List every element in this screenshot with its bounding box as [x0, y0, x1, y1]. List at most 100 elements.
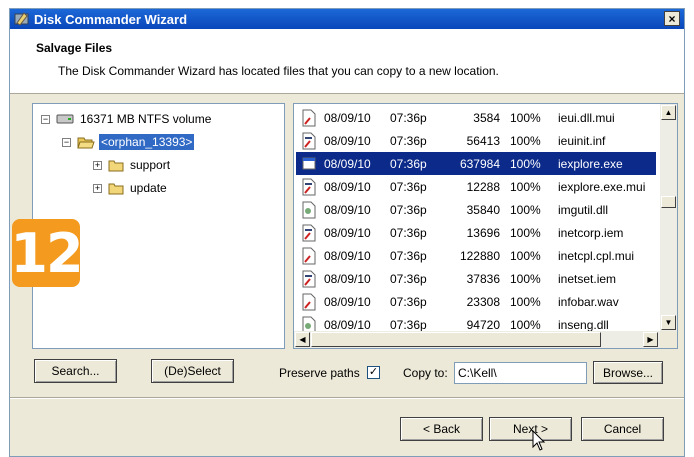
scroll-left-icon[interactable]: ◀: [295, 332, 310, 347]
file-size: 637984: [459, 156, 500, 171]
file-time: 07:36p: [390, 133, 427, 148]
file-date: 08/09/10: [324, 133, 371, 148]
expand-icon[interactable]: +: [93, 183, 102, 193]
document-icon: [302, 132, 318, 150]
mouse-cursor-icon: [532, 429, 546, 455]
file-time: 07:36p: [390, 179, 427, 194]
scroll-down-icon[interactable]: ▼: [661, 315, 676, 330]
preserve-paths-checkbox[interactable]: ✓: [367, 366, 380, 379]
open-folder-icon: [77, 135, 95, 149]
drive-icon: [56, 113, 74, 125]
tree-label-support: support: [130, 158, 171, 172]
file-recovery-percent: 100%: [510, 133, 541, 148]
file-row[interactable]: 08/09/10 07:36p 122880 100% inetcpl.cpl.mui: [296, 244, 656, 267]
browse-button[interactable]: Browse...: [593, 361, 663, 384]
file-row[interactable]: 08/09/10 07:36p 13696 100% inetcorp.iem: [296, 221, 656, 244]
tree-item-update[interactable]: + update: [93, 179, 169, 197]
file-name: inetcpl.cpl.mui: [558, 248, 635, 263]
tree-item-volume[interactable]: − 16371 MB NTFS volume: [41, 110, 213, 128]
file-time: 07:36p: [390, 110, 427, 125]
copy-to-label: Copy to:: [403, 366, 448, 380]
file-size: 12288: [466, 179, 500, 194]
file-row[interactable]: 08/09/10 07:36p 12288 100% iexplore.exe.mui: [296, 175, 656, 198]
scroll-up-icon[interactable]: ▲: [661, 105, 676, 120]
document-icon: [302, 109, 318, 127]
file-date: 08/09/10: [324, 156, 371, 171]
folder-icon: [108, 182, 124, 195]
file-size: 122880: [459, 248, 500, 263]
page-title: Salvage Files: [36, 41, 113, 55]
file-time: 07:36p: [390, 248, 427, 263]
file-size: 23308: [466, 294, 500, 309]
copy-to-field[interactable]: C:\Kell\: [454, 362, 587, 384]
search-button[interactable]: Search...: [34, 359, 117, 383]
next-button[interactable]: Next >: [489, 417, 572, 441]
file-row[interactable]: 08/09/10 07:36p 3584 100% ieui.dll.mui: [296, 106, 656, 129]
tree-item-support[interactable]: + support: [93, 156, 172, 174]
file-recovery-percent: 100%: [510, 202, 541, 217]
cancel-button[interactable]: Cancel: [581, 417, 664, 441]
file-row[interactable]: 08/09/10 07:36p 37836 100% inetset.iem: [296, 267, 656, 290]
deselect-button[interactable]: (De)Select: [151, 359, 234, 383]
file-recovery-percent: 100%: [510, 179, 541, 194]
file-recovery-percent: 100%: [510, 248, 541, 263]
scroll-thumb[interactable]: [661, 196, 676, 208]
preserve-paths-label[interactable]: Preserve paths: [279, 366, 360, 380]
file-date: 08/09/10: [324, 110, 371, 125]
file-size: 94720: [466, 317, 500, 332]
back-button[interactable]: < Back: [400, 417, 483, 441]
wizard-header: Salvage Files The Disk Commander Wizard …: [10, 29, 684, 94]
file-recovery-percent: 100%: [510, 271, 541, 286]
file-date: 08/09/10: [324, 179, 371, 194]
file-name: imgutil.dll: [558, 202, 609, 217]
file-recovery-percent: 100%: [510, 294, 541, 309]
expand-icon[interactable]: +: [93, 160, 102, 170]
file-list[interactable]: 08/09/10 07:36p 3584 100% ieui.dll.mui 08/09/…: [293, 103, 678, 349]
collapse-icon[interactable]: −: [62, 137, 71, 147]
file-date: 08/09/10: [324, 317, 371, 332]
file-row-selected[interactable]: 08/09/10 07:36p 637984 100% iexplore.exe: [296, 152, 656, 175]
file-name: ieui.dll.mui: [558, 110, 615, 125]
horizontal-scrollbar[interactable]: ◀ ▶: [294, 331, 660, 348]
file-time: 07:36p: [390, 317, 427, 332]
file-time: 07:36p: [390, 156, 427, 171]
file-size: 56413: [466, 133, 500, 148]
tree-label-volume: 16371 MB NTFS volume: [80, 112, 212, 126]
file-time: 07:36p: [390, 202, 427, 217]
file-name: inseng.dll: [558, 317, 609, 332]
file-date: 08/09/10: [324, 248, 371, 263]
file-date: 08/09/10: [324, 294, 371, 309]
tree-item-orphan[interactable]: − <orphan_13393>: [62, 133, 195, 151]
file-row[interactable]: 08/09/10 07:36p 35840 100% imgutil.dll: [296, 198, 656, 221]
application-icon: [302, 155, 318, 173]
file-recovery-percent: 100%: [510, 225, 541, 240]
file-time: 07:36p: [390, 271, 427, 286]
file-name: iexplore.exe.mui: [558, 179, 646, 194]
file-name: inetcorp.iem: [558, 225, 624, 240]
document-icon: [302, 224, 318, 242]
file-name: inetset.iem: [558, 271, 617, 286]
file-time: 07:36p: [390, 225, 427, 240]
document-icon: [302, 270, 318, 288]
vertical-scrollbar[interactable]: ▲ ▼: [659, 104, 677, 332]
file-date: 08/09/10: [324, 225, 371, 240]
file-date: 08/09/10: [324, 271, 371, 286]
file-size: 37836: [466, 271, 500, 286]
scroll-thumb-horizontal[interactable]: [311, 332, 601, 347]
title-bar: Disk Commander Wizard ×: [10, 9, 684, 29]
step-number-badge: 12: [10, 219, 84, 287]
disk-commander-icon: [14, 11, 30, 27]
page-description: The Disk Commander Wizard has located fi…: [58, 64, 499, 78]
collapse-icon[interactable]: −: [41, 114, 50, 124]
document-icon: [302, 293, 318, 311]
close-button[interactable]: ×: [664, 11, 680, 26]
file-name: ieuinit.inf: [558, 133, 606, 148]
settings-file-icon: [302, 201, 318, 219]
file-row[interactable]: 08/09/10 07:36p 56413 100% ieuinit.inf: [296, 129, 656, 152]
file-time: 07:36p: [390, 294, 427, 309]
footer-divider: [10, 397, 684, 399]
document-icon: [302, 247, 318, 265]
file-name: iexplore.exe: [558, 156, 623, 171]
file-row[interactable]: 08/09/10 07:36p 23308 100% infobar.wav: [296, 290, 656, 313]
scroll-right-icon[interactable]: ▶: [643, 332, 658, 347]
